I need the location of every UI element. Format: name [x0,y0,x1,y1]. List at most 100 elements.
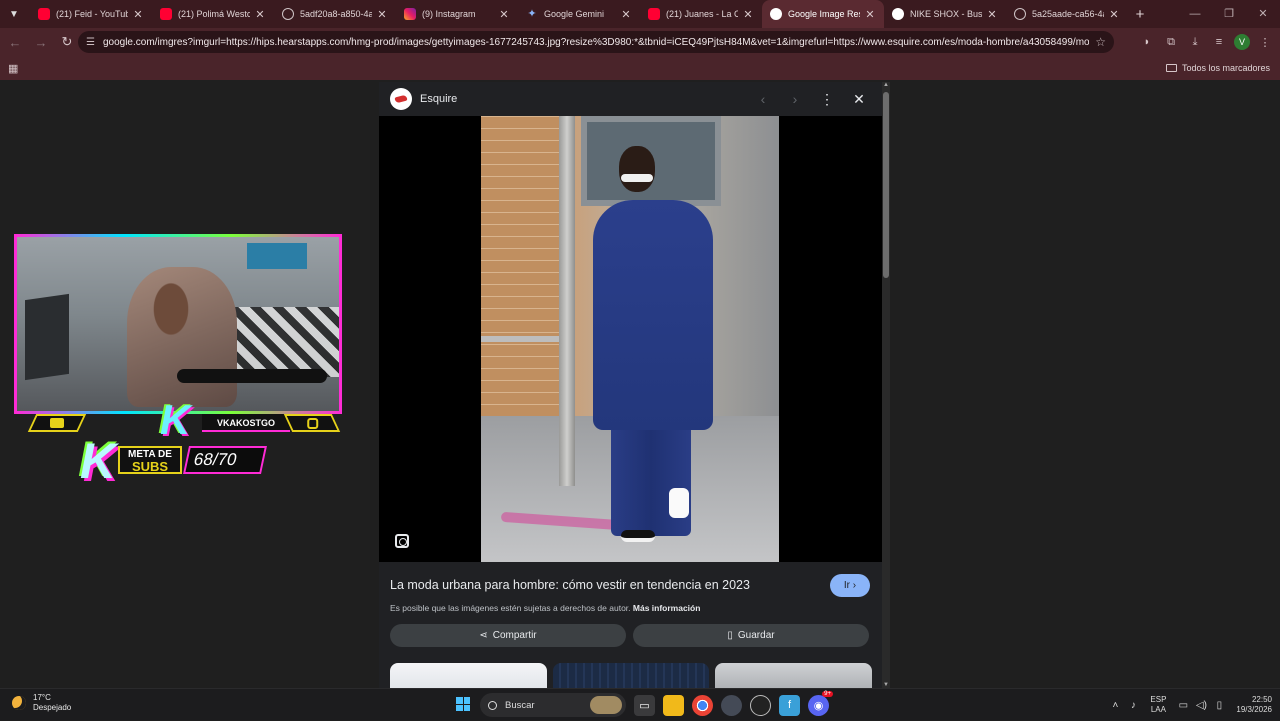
steam-icon[interactable] [750,694,771,716]
language-indicator[interactable]: ESP LAA [1150,695,1166,715]
subs-goal: K META DE SUBS 68/70 [80,433,270,489]
tab-5[interactable]: (21) Juanes - La Cami ✕ [640,0,762,28]
forward-arrow-icon[interactable]: → [30,35,52,50]
close-tab-icon[interactable]: ✕ [376,8,388,21]
close-icon[interactable]: ✕ [850,91,868,108]
url-text[interactable]: google.com/imgres?imgurl=https://hips.he… [103,37,1089,48]
visit-button-label: Ir [843,580,850,591]
preview-header: Esquire ‹ › ⋮ ✕ [379,82,882,116]
network-icon[interactable]: ▭ [1174,700,1192,711]
tab-search-chevron-icon[interactable]: ▼ [4,4,24,24]
close-tab-icon[interactable]: ✕ [498,8,510,21]
more-options-icon[interactable]: ⋮ [818,91,836,108]
save-button[interactable]: ▯ Guardar [633,624,869,647]
tab-3[interactable]: (9) Instagram ✕ [396,0,518,28]
image-area [379,116,882,562]
windows-start-icon[interactable] [456,697,470,711]
discord-icon[interactable]: ◉ 9+ [808,690,833,716]
all-bookmarks-button[interactable]: Todos los marcadores [1165,56,1270,80]
image-info: La moda urbana para hombre: cómo vestir … [379,562,882,688]
close-tab-icon[interactable]: ✕ [620,8,632,21]
translate-icon[interactable]: ◗ [1138,36,1156,48]
tab-title: 5adf20a8-a850-4af8- [300,9,372,19]
download-icon[interactable]: ⤓ [1186,36,1204,49]
address-bar[interactable]: ☰ google.com/imgres?imgurl=https://hips.… [78,31,1114,53]
back-arrow-icon[interactable]: ← [4,35,26,50]
save-label: Guardar [737,630,775,641]
instagram-icon [404,8,416,20]
extensions-icon[interactable]: ⧉ [1162,36,1180,49]
scroll-up-arrow-icon[interactable]: ▲ [882,82,890,88]
close-window-icon[interactable]: ✕ [1246,0,1280,28]
microphone-icon[interactable]: ♪ [1124,700,1142,711]
minimize-icon[interactable]: — [1178,0,1212,28]
previous-chevron-icon[interactable]: ‹ [754,91,772,107]
app-icon[interactable]: f [779,694,800,716]
related-image-thumbnail[interactable] [390,663,547,688]
tab-1[interactable]: (21) Polimá Westcoast ✕ [152,0,274,28]
chevron-up-icon[interactable]: ˄ [1106,700,1124,711]
share-button[interactable]: ⋖ Compartir [390,624,626,647]
reload-icon[interactable]: ↻ [56,34,78,50]
esquire-logo-icon [390,88,412,110]
chrome-icon[interactable] [692,694,713,716]
tab-0[interactable]: (21) Feid - YouTube ✕ [30,0,152,28]
clock[interactable]: 22:50 19/3/2026 [1236,695,1272,715]
app-icon[interactable] [721,694,742,716]
date: 19/3/2026 [1236,705,1272,714]
search-highlight-image [590,696,622,714]
new-tab-plus-icon[interactable]: + [1128,6,1152,23]
next-chevron-icon[interactable]: › [786,91,804,107]
search-icon [488,700,497,710]
tab-2[interactable]: 5adf20a8-a850-4af8- ✕ [274,0,396,28]
tab-title: Google Image Result [788,9,860,19]
kebab-menu-icon[interactable]: ⋮ [1256,36,1274,49]
taskbar-search[interactable]: Buscar [480,693,626,717]
fashion-photo[interactable] [481,116,779,562]
close-tab-icon[interactable]: ✕ [986,8,998,21]
site-info-icon[interactable]: ☰ [86,37,95,48]
page-content: VKAKOSTGO K K META DE SUBS 68/70 Esquire … [0,80,1280,688]
tab-8[interactable]: 5a25aade-ca56-4aa2- ✕ [1006,0,1128,28]
close-tab-icon[interactable]: ✕ [132,8,144,21]
close-tab-icon[interactable]: ✕ [742,8,754,21]
tab-7[interactable]: NIKE SHOX - Buscar c ✕ [884,0,1006,28]
bookmark-star-icon[interactable]: ☆ [1095,35,1106,49]
file-explorer-icon[interactable] [663,694,684,716]
stream-overlay: VKAKOSTGO K K META DE SUBS 68/70 [10,232,346,492]
image-title[interactable]: La moda urbana para hombre: cómo vestir … [390,578,810,592]
tab-strip: ▼ (21) Feid - YouTube ✕ (21) Polimá Westc… [0,0,1280,28]
apps-grid-icon[interactable]: ▦ [8,62,18,75]
close-tab-icon[interactable]: ✕ [254,8,266,21]
toolbar-icons: ◗ ⧉ ⤓ ≡ V ⋮ [1138,28,1274,56]
notification-badge: 9+ [822,690,833,697]
tab-title: (21) Feid - YouTube [56,9,128,19]
browser-toolbar: ← → ↻ ☰ google.com/imgres?imgurl=https:/… [0,28,1280,56]
weather-condition: Despejado [33,703,72,712]
bookmark-icon: ▯ [727,630,733,641]
source-name[interactable]: Esquire [420,93,457,105]
visit-button[interactable]: Ir › [830,574,870,597]
youtube-icon [160,8,172,20]
tab-6[interactable]: Google Image Result ✕ [762,0,884,28]
related-image-thumbnail[interactable] [715,663,873,688]
system-tray: ˄ ♪ ESP LAA ▭ ◁) ▯ 22:50 19/3/2026 [1106,689,1272,721]
google-lens-icon[interactable] [395,534,409,548]
profile-avatar-icon[interactable]: V [1234,34,1250,50]
tab-4[interactable]: ✦ Google Gemini ✕ [518,0,640,28]
reading-list-icon[interactable]: ≡ [1210,36,1228,48]
webcam-feed [14,234,342,414]
restore-icon[interactable]: ❐ [1212,0,1246,28]
related-image-thumbnail[interactable] [552,663,710,688]
weather-widget[interactable]: 17°C Despejado [12,693,71,713]
related-images [390,663,873,688]
goal-count: 68/70 [183,446,267,474]
task-view-icon[interactable]: ▭ [634,694,655,716]
close-tab-icon[interactable]: ✕ [1108,8,1120,21]
close-tab-icon[interactable]: ✕ [864,8,876,21]
scrollbar-thumb[interactable] [883,92,889,278]
panel-scrollbar[interactable]: ▲ ▼ [882,82,890,688]
volume-icon[interactable]: ◁) [1192,700,1210,711]
more-info-link[interactable]: Más información [633,603,701,613]
battery-icon[interactable]: ▯ [1210,700,1228,711]
